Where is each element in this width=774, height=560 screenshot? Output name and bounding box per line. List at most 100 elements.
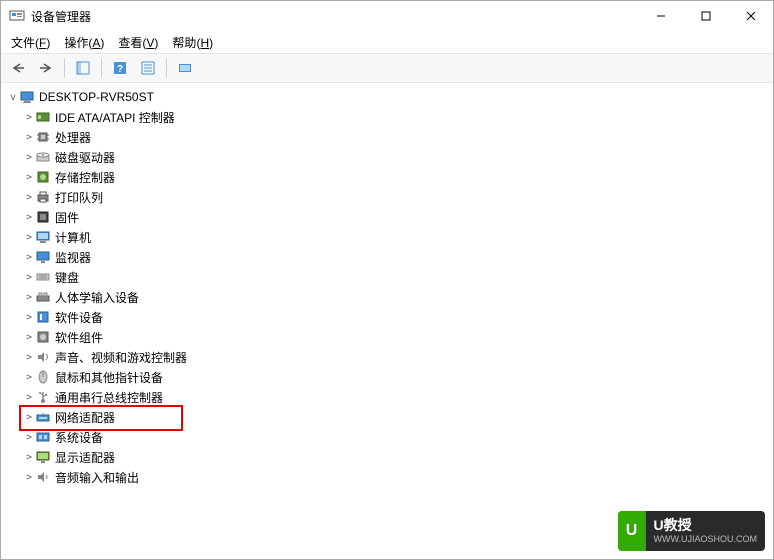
close-button[interactable] [728, 1, 773, 31]
tree-node-firmware[interactable]: > 固件 [23, 207, 767, 227]
system-icon [35, 429, 51, 445]
node-label: 声音、视频和游戏控制器 [55, 349, 187, 366]
node-label: 通用串行总线控制器 [55, 389, 163, 406]
expander-icon[interactable]: > [23, 232, 35, 243]
expander-icon[interactable]: > [23, 372, 35, 383]
computer-icon [35, 229, 51, 245]
cpu-icon [35, 129, 51, 145]
node-label: 音频输入和输出 [55, 469, 139, 486]
tree-node-storage[interactable]: > 存储控制器 [23, 167, 767, 187]
node-label: IDE ATA/ATAPI 控制器 [55, 109, 175, 126]
menubar: 文件(F) 操作(A) 查看(V) 帮助(H) [1, 31, 773, 54]
expander-icon[interactable]: > [23, 132, 35, 143]
mouse-icon [35, 369, 51, 385]
expander-icon[interactable]: > [23, 272, 35, 283]
tree-node-software[interactable]: > 软件设备 [23, 307, 767, 327]
expander-icon[interactable]: > [23, 352, 35, 363]
tree-children: >IDE ATA/ATAPI 控制器>处理器>磁盘驱动器>存储控制器>打印队列>… [23, 107, 767, 487]
tree-node-display[interactable]: > 显示适配器 [23, 447, 767, 467]
expander-icon[interactable]: > [23, 292, 35, 303]
node-label: 系统设备 [55, 429, 103, 446]
back-button[interactable] [5, 55, 31, 81]
node-label: 存储控制器 [55, 169, 115, 186]
expander-icon[interactable]: > [23, 152, 35, 163]
show-hide-tree-button[interactable] [70, 55, 96, 81]
monitor-icon [35, 249, 51, 265]
forward-button[interactable] [33, 55, 59, 81]
expander-icon[interactable]: > [23, 392, 35, 403]
ide-icon [35, 109, 51, 125]
tree-node-cpu[interactable]: >处理器 [23, 127, 767, 147]
menu-help[interactable]: 帮助(H) [166, 32, 219, 53]
node-label: 键盘 [55, 269, 79, 286]
titlebar: 设备管理器 [1, 1, 773, 31]
expander-icon[interactable]: > [23, 312, 35, 323]
printer-icon [35, 189, 51, 205]
hid-icon [35, 289, 51, 305]
expander-icon[interactable]: v [7, 92, 19, 103]
node-label: 软件设备 [55, 309, 103, 326]
expander-icon[interactable]: > [23, 452, 35, 463]
expander-icon[interactable]: > [23, 112, 35, 123]
expander-icon[interactable]: > [23, 472, 35, 483]
node-label: 固件 [55, 209, 79, 226]
tree-node-component[interactable]: >软件组件 [23, 327, 767, 347]
minimize-button[interactable] [638, 1, 683, 31]
tree-node-printer[interactable]: > 打印队列 [23, 187, 767, 207]
device-manager-window: 设备管理器 文件(F) 操作(A) 查看(V) 帮助(H) ? v DESKTO… [0, 0, 774, 560]
expander-icon[interactable]: > [23, 192, 35, 203]
node-label: 人体学输入设备 [55, 289, 139, 306]
toolbar-separator [166, 58, 167, 78]
expander-icon[interactable]: > [23, 332, 35, 343]
menu-file[interactable]: 文件(F) [5, 32, 56, 53]
tree-node-mouse[interactable]: > 鼠标和其他指针设备 [23, 367, 767, 387]
watermark-icon: U [618, 511, 646, 551]
properties-button[interactable] [135, 55, 161, 81]
disk-icon [35, 149, 51, 165]
toolbar: ? [1, 54, 773, 83]
tree-root[interactable]: v DESKTOP-RVR50ST [7, 87, 767, 107]
maximize-button[interactable] [683, 1, 728, 31]
node-label: 打印队列 [55, 189, 103, 206]
tree-node-monitor[interactable]: >监视器 [23, 247, 767, 267]
tree-node-disk[interactable]: >磁盘驱动器 [23, 147, 767, 167]
device-tree[interactable]: v DESKTOP-RVR50ST > IDE ATA/ATAPI 控制器>处理器… [1, 83, 773, 559]
node-label: 鼠标和其他指针设备 [55, 369, 163, 386]
firmware-icon [35, 209, 51, 225]
expander-icon[interactable]: > [23, 172, 35, 183]
node-label: 计算机 [55, 229, 91, 246]
tree-node-computer[interactable]: > 计算机 [23, 227, 767, 247]
computer-icon [19, 89, 35, 105]
window-controls [638, 1, 773, 31]
menu-view[interactable]: 查看(V) [112, 32, 164, 53]
node-label: 显示适配器 [55, 449, 115, 466]
tree-node-keyboard[interactable]: > 键盘 [23, 267, 767, 287]
software-icon [35, 309, 51, 325]
tree-node-sound[interactable]: > 声音、视频和游戏控制器 [23, 347, 767, 367]
expander-icon[interactable]: > [23, 252, 35, 263]
expander-icon[interactable]: > [23, 412, 35, 423]
keyboard-icon [35, 269, 51, 285]
tree-node-audio[interactable]: > 音频输入和输出 [23, 467, 767, 487]
usb-icon [35, 389, 51, 405]
root-label: DESKTOP-RVR50ST [39, 90, 154, 104]
watermark-text: U教授 WWW.UJIAOSHOU.COM [646, 512, 766, 550]
toolbar-separator [64, 58, 65, 78]
tree-node-ide[interactable]: > IDE ATA/ATAPI 控制器 [23, 107, 767, 127]
help-button[interactable]: ? [107, 55, 133, 81]
audio-icon [35, 469, 51, 485]
tree-node-network[interactable]: >网络适配器 [23, 407, 767, 427]
app-icon [9, 8, 25, 24]
expander-icon[interactable]: > [23, 212, 35, 223]
tree-node-hid[interactable]: > 人体学输入设备 [23, 287, 767, 307]
storage-icon [35, 169, 51, 185]
expander-icon[interactable]: > [23, 432, 35, 443]
menu-action[interactable]: 操作(A) [58, 32, 110, 53]
display-icon [35, 449, 51, 465]
network-icon [35, 409, 51, 425]
tree-node-usb[interactable]: > 通用串行总线控制器 [23, 387, 767, 407]
scan-hardware-button[interactable] [172, 55, 198, 81]
tree-node-system[interactable]: > 系统设备 [23, 427, 767, 447]
window-title: 设备管理器 [31, 8, 638, 25]
svg-text:?: ? [117, 64, 123, 75]
